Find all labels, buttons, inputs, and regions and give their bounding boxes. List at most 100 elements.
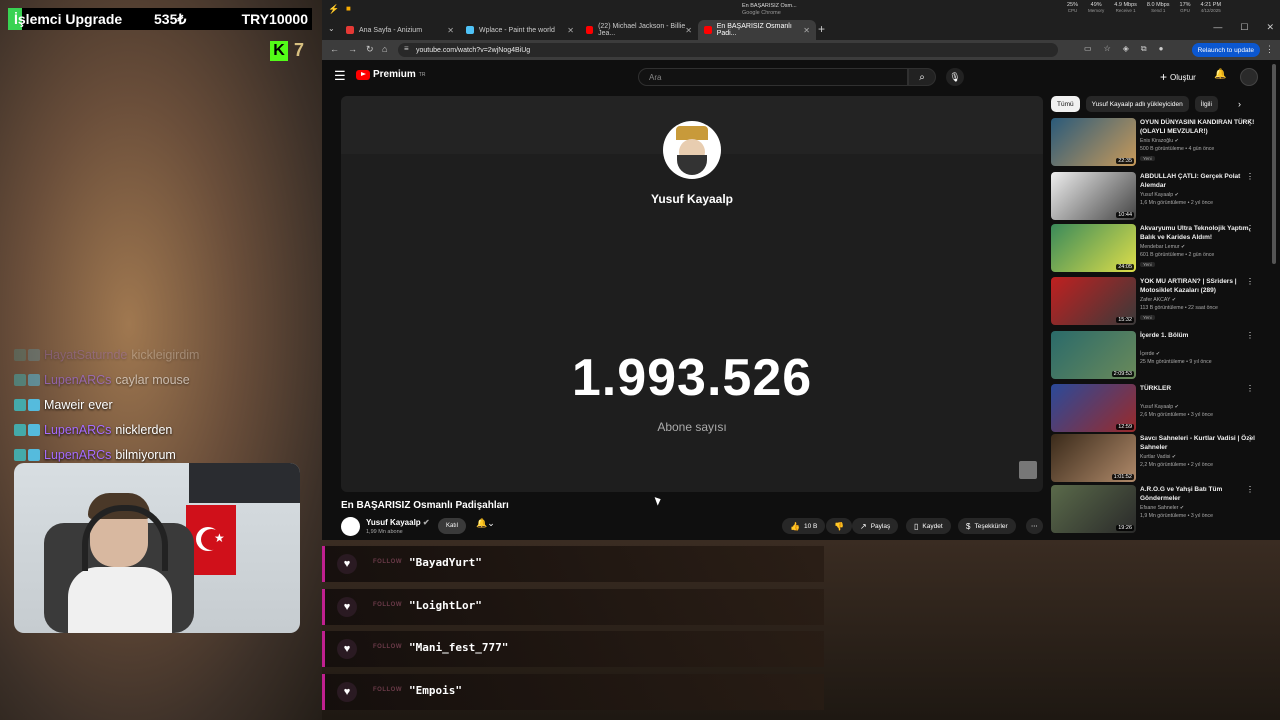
channel-watermark[interactable] — [1019, 461, 1037, 479]
more-vert-icon[interactable]: ⋮ — [1246, 331, 1254, 340]
back-icon[interactable]: ← — [330, 44, 339, 54]
video-title[interactable]: ABDULLAH ÇATLI: Gerçek Polat Alemdar — [1140, 172, 1258, 190]
kick-logo-icon: K — [270, 40, 288, 61]
video-thumbnail[interactable]: 24:05 — [1051, 224, 1136, 272]
cast-icon[interactable]: ▭ — [1084, 44, 1092, 54]
close-icon[interactable]: ✕ — [685, 26, 692, 35]
video-duration: 12:59 — [1116, 424, 1134, 430]
address-bar[interactable]: ≡ youtube.com/watch?v=2wjNog4BiUg — [398, 43, 1058, 57]
browser-menu-icon[interactable]: ⋮ — [1265, 44, 1274, 55]
video-player[interactable]: Yusuf Kayaalp 1.993.526 Abone sayısı — [341, 96, 1043, 492]
voice-search-button[interactable]: 🎙 — [946, 68, 964, 86]
dislike-button[interactable]: 👎 — [826, 518, 852, 534]
chip-related[interactable]: İlgili — [1194, 96, 1218, 112]
reload-icon[interactable]: ↻ — [366, 44, 374, 55]
video-title[interactable]: OYUN DÜNYASINI KANDIRAN TÜRK! (OLAYLI ME… — [1140, 118, 1258, 136]
recommended-video[interactable]: 24:05 Akvaryumu Ultra Teknolojik Yaptım, … — [1051, 224, 1276, 274]
tab-search-icon[interactable]: ⌄ — [328, 24, 335, 33]
video-title[interactable]: Akvaryumu Ultra Teknolojik Yaptım, Balık… — [1140, 224, 1258, 242]
more-vert-icon[interactable]: ⋮ — [1246, 172, 1254, 181]
plus-icon: + — [1160, 70, 1168, 84]
forward-icon[interactable]: → — [348, 44, 357, 54]
close-icon[interactable]: ✕ — [803, 26, 810, 35]
video-thumbnail[interactable]: 1:01:52 — [1051, 434, 1136, 482]
video-thumbnail[interactable]: 22:35 — [1051, 118, 1136, 166]
search-button[interactable]: ⌕ — [908, 68, 936, 86]
tab-michael-jackson[interactable]: (22) Michael Jackson - Billie Jea... ✕ — [580, 20, 698, 40]
youtube-favicon-icon — [586, 26, 594, 34]
profile-icon[interactable]: ● — [1159, 44, 1164, 54]
more-vert-icon[interactable]: ⋮ — [1246, 224, 1254, 233]
close-window-icon[interactable]: ✕ — [1266, 22, 1274, 33]
save-button[interactable]: ▯ Kaydet — [906, 518, 951, 534]
extension-icon[interactable]: ◈ — [1123, 44, 1129, 54]
video-meta: 1,6 Mn görüntüleme • 2 yıl önce — [1140, 200, 1214, 206]
close-icon[interactable]: ✕ — [447, 26, 454, 35]
notifications-bell-icon[interactable]: 🔔 — [1214, 69, 1226, 80]
video-thumbnail[interactable]: 12:59 — [1051, 384, 1136, 432]
video-thumbnail[interactable]: 10:44 — [1051, 172, 1136, 220]
verified-icon: ✔ — [1174, 192, 1179, 198]
share-button[interactable]: ↗ Paylaş — [852, 518, 899, 534]
subscription-bell-icon[interactable]: 🔔⌄ — [476, 518, 495, 529]
bookmark-star-icon[interactable]: ☆ — [1104, 44, 1111, 54]
recommended-video[interactable]: 22:35 OYUN DÜNYASINI KANDIRAN TÜRK! (OLAY… — [1051, 118, 1276, 168]
recommended-video[interactable]: 2:09:53 İçerde 1. Bölüm İçerde ✔ 25 Mn görü… — [1051, 331, 1276, 381]
chip-uploader[interactable]: Yusuf Kayaalp adlı yükleyiciden — [1085, 96, 1189, 112]
video-thumbnail[interactable]: 19:26 — [1051, 485, 1136, 533]
owner-avatar[interactable] — [341, 517, 360, 536]
video-thumbnail[interactable]: 2:09:53 — [1051, 331, 1136, 379]
new-badge: Yeni — [1140, 156, 1155, 161]
video-meta: 113 B görüntüleme • 22 saat önce — [1140, 305, 1218, 311]
video-title[interactable]: TÜRKLER — [1140, 384, 1258, 393]
video-thumbnail[interactable]: 15:32 — [1051, 277, 1136, 325]
more-vert-icon[interactable]: ⋮ — [1246, 118, 1254, 127]
thanks-button[interactable]: $ Teşekkürler — [958, 518, 1016, 534]
more-vert-icon[interactable]: ⋮ — [1246, 277, 1254, 286]
more-vert-icon[interactable]: ⋮ — [1246, 485, 1254, 494]
more-actions-icon[interactable]: ⋯ — [1026, 518, 1043, 534]
recommended-video[interactable]: 19:26 A.R.O.G ve Yahşi Batı Tüm Göndermel… — [1051, 485, 1276, 535]
url-text: youtube.com/watch?v=2wjNog4BiUg — [416, 46, 531, 54]
chip-all[interactable]: Tümü — [1051, 96, 1080, 112]
create-button[interactable]: + Oluştur — [1160, 70, 1196, 84]
video-title[interactable]: İçerde 1. Bölüm — [1140, 331, 1258, 340]
extensions-puzzle-icon[interactable]: ⧉ — [1141, 44, 1147, 54]
thumbs-down-icon: 👎 — [834, 521, 844, 531]
site-info-icon[interactable]: ≡ — [404, 44, 409, 53]
new-badge: Yeni — [1140, 262, 1155, 267]
owner-subscribers: 1,99 Mn abone — [366, 529, 403, 535]
chevron-right-icon[interactable]: › — [1238, 99, 1241, 109]
recommended-video[interactable]: 1:01:52 Savcı Sahneleri - Kurtlar Vadisi … — [1051, 434, 1276, 484]
search-input[interactable]: Ara — [638, 68, 908, 86]
stat-send: 8.0 Mbps Send 1 — [1146, 2, 1170, 13]
more-vert-icon[interactable]: ⋮ — [1246, 434, 1254, 443]
minimize-icon[interactable]: — — [1213, 22, 1222, 33]
channel-name: Zafer AKCAY ✔ — [1140, 297, 1177, 303]
video-title[interactable]: A.R.O.G ve Yahşi Batı Tüm Göndermeler — [1140, 485, 1258, 503]
close-icon[interactable]: ✕ — [567, 26, 574, 35]
owner-name[interactable]: Yusuf Kayaalp ✔ — [366, 518, 430, 527]
tab-anizium[interactable]: Ana Sayfa - Anizium ✕ — [340, 20, 460, 40]
video-duration: 19:26 — [1116, 525, 1134, 531]
recommended-video[interactable]: 15:32 YOK MU ARTIRAN? | SSriders | Motosi… — [1051, 277, 1276, 327]
video-title[interactable]: Savcı Sahneleri - Kurtlar Vadisi | Özel … — [1140, 434, 1258, 452]
like-button[interactable]: 👍 10 B — [782, 518, 826, 534]
relaunch-button[interactable]: Relaunch to update — [1191, 43, 1260, 57]
more-vert-icon[interactable]: ⋮ — [1246, 384, 1254, 393]
tab-current[interactable]: En BAŞARISIZ Osmanlı Padi... ✕ — [698, 20, 816, 40]
new-tab-icon[interactable]: + — [818, 22, 825, 36]
chat-overlay: HayatSaturnde kickleigirdim LupenARCs ca… — [14, 342, 314, 467]
recommended-video[interactable]: 10:44 ABDULLAH ÇATLI: Gerçek Polat Alemda… — [1051, 172, 1276, 222]
maximize-icon[interactable]: ☐ — [1240, 22, 1248, 33]
home-icon[interactable]: ⌂ — [382, 44, 387, 54]
youtube-logo[interactable]: Premium TR — [356, 69, 425, 80]
hamburger-menu-icon[interactable]: ☰ — [334, 68, 346, 84]
recommended-video[interactable]: 12:59 TÜRKLER Yusuf Kayaalp ✔ 2,6 Mn görünt… — [1051, 384, 1276, 434]
account-avatar[interactable] — [1240, 68, 1258, 86]
chat-text: bilmiyorum — [115, 447, 176, 462]
video-title[interactable]: YOK MU ARTIRAN? | SSriders | Motosiklet … — [1140, 277, 1258, 295]
join-button[interactable]: Katıl — [438, 518, 467, 534]
scrollbar[interactable] — [1272, 64, 1276, 264]
tab-wplace[interactable]: Wplace - Paint the world ✕ — [460, 20, 580, 40]
